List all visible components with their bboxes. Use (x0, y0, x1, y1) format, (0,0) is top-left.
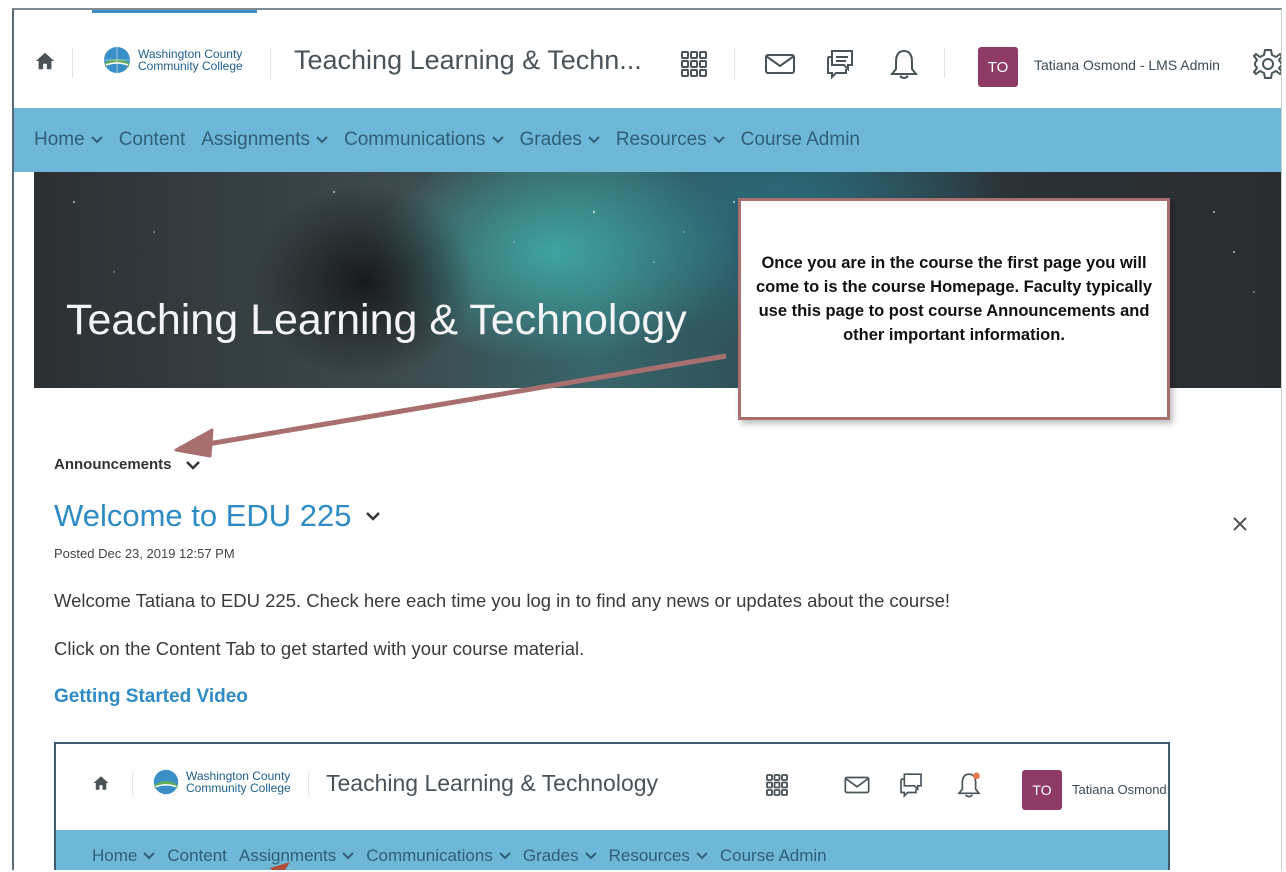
lms-page: Washington County Community College Teac… (12, 8, 1282, 870)
announcement-paragraph-2: Click on the Content Tab to get started … (54, 638, 585, 659)
course-title[interactable]: Teaching Learning & Techn... (294, 45, 642, 76)
announcement-title-text: Welcome to EDU 225 (54, 498, 352, 533)
callout-text: Once you are in the course the first pag… (755, 254, 1153, 344)
nav-communications[interactable]: Communications (344, 129, 504, 151)
announcements-header[interactable]: Announcements (54, 456, 200, 473)
home-icon[interactable] (34, 50, 56, 72)
announcement-paragraph-1: Welcome Tatiana to EDU 225. Check here e… (54, 590, 951, 611)
close-icon[interactable] (1230, 514, 1250, 534)
logo-line-2: Community College (138, 59, 243, 73)
divider (72, 48, 73, 78)
chat-icon[interactable] (822, 46, 858, 82)
embedded-annotation-arrow (270, 862, 290, 870)
mail-icon[interactable] (762, 46, 798, 82)
nav-content[interactable]: Content (119, 129, 186, 151)
annotation-callout: Once you are in the course the first pag… (738, 198, 1170, 420)
nav-course-admin[interactable]: Course Admin (741, 129, 860, 151)
chevron-down-icon[interactable] (185, 460, 200, 470)
posted-date: Posted Dec 23, 2019 12:57 PM (54, 546, 235, 561)
nav-grades[interactable]: Grades (520, 129, 600, 151)
course-navbar: Home Content Assignments Communications … (14, 108, 1281, 172)
college-logo-icon (103, 46, 131, 74)
chevron-down-icon (712, 136, 725, 144)
chevron-down-icon (90, 136, 103, 144)
divider (270, 48, 271, 78)
nav-resources[interactable]: Resources (616, 129, 725, 151)
nav-home[interactable]: Home (34, 129, 103, 151)
nav-assignments[interactable]: Assignments (201, 129, 328, 151)
chevron-down-icon (491, 136, 504, 144)
header-accent-line (92, 10, 257, 13)
bell-icon[interactable] (886, 46, 922, 82)
avatar[interactable]: TO (978, 47, 1018, 87)
chevron-down-icon[interactable] (365, 511, 380, 521)
banner-title: Teaching Learning & Technology (66, 296, 687, 344)
user-name[interactable]: Tatiana Osmond - LMS Admin (1034, 57, 1220, 73)
college-logo[interactable]: Washington County Community College (100, 43, 243, 77)
announcements-label: Announcements (54, 456, 172, 473)
embedded-screenshot: Washington County Community College Teac… (54, 742, 1170, 870)
top-header: Washington County Community College Teac… (14, 10, 1281, 108)
chevron-down-icon (588, 136, 600, 144)
announcement-title[interactable]: Welcome to EDU 225 (54, 498, 380, 534)
chevron-down-icon (316, 136, 328, 144)
divider (734, 48, 735, 78)
gear-icon[interactable] (1250, 46, 1282, 82)
divider (944, 48, 945, 78)
getting-started-video-link[interactable]: Getting Started Video (54, 686, 248, 708)
waffle-icon[interactable] (676, 46, 712, 82)
